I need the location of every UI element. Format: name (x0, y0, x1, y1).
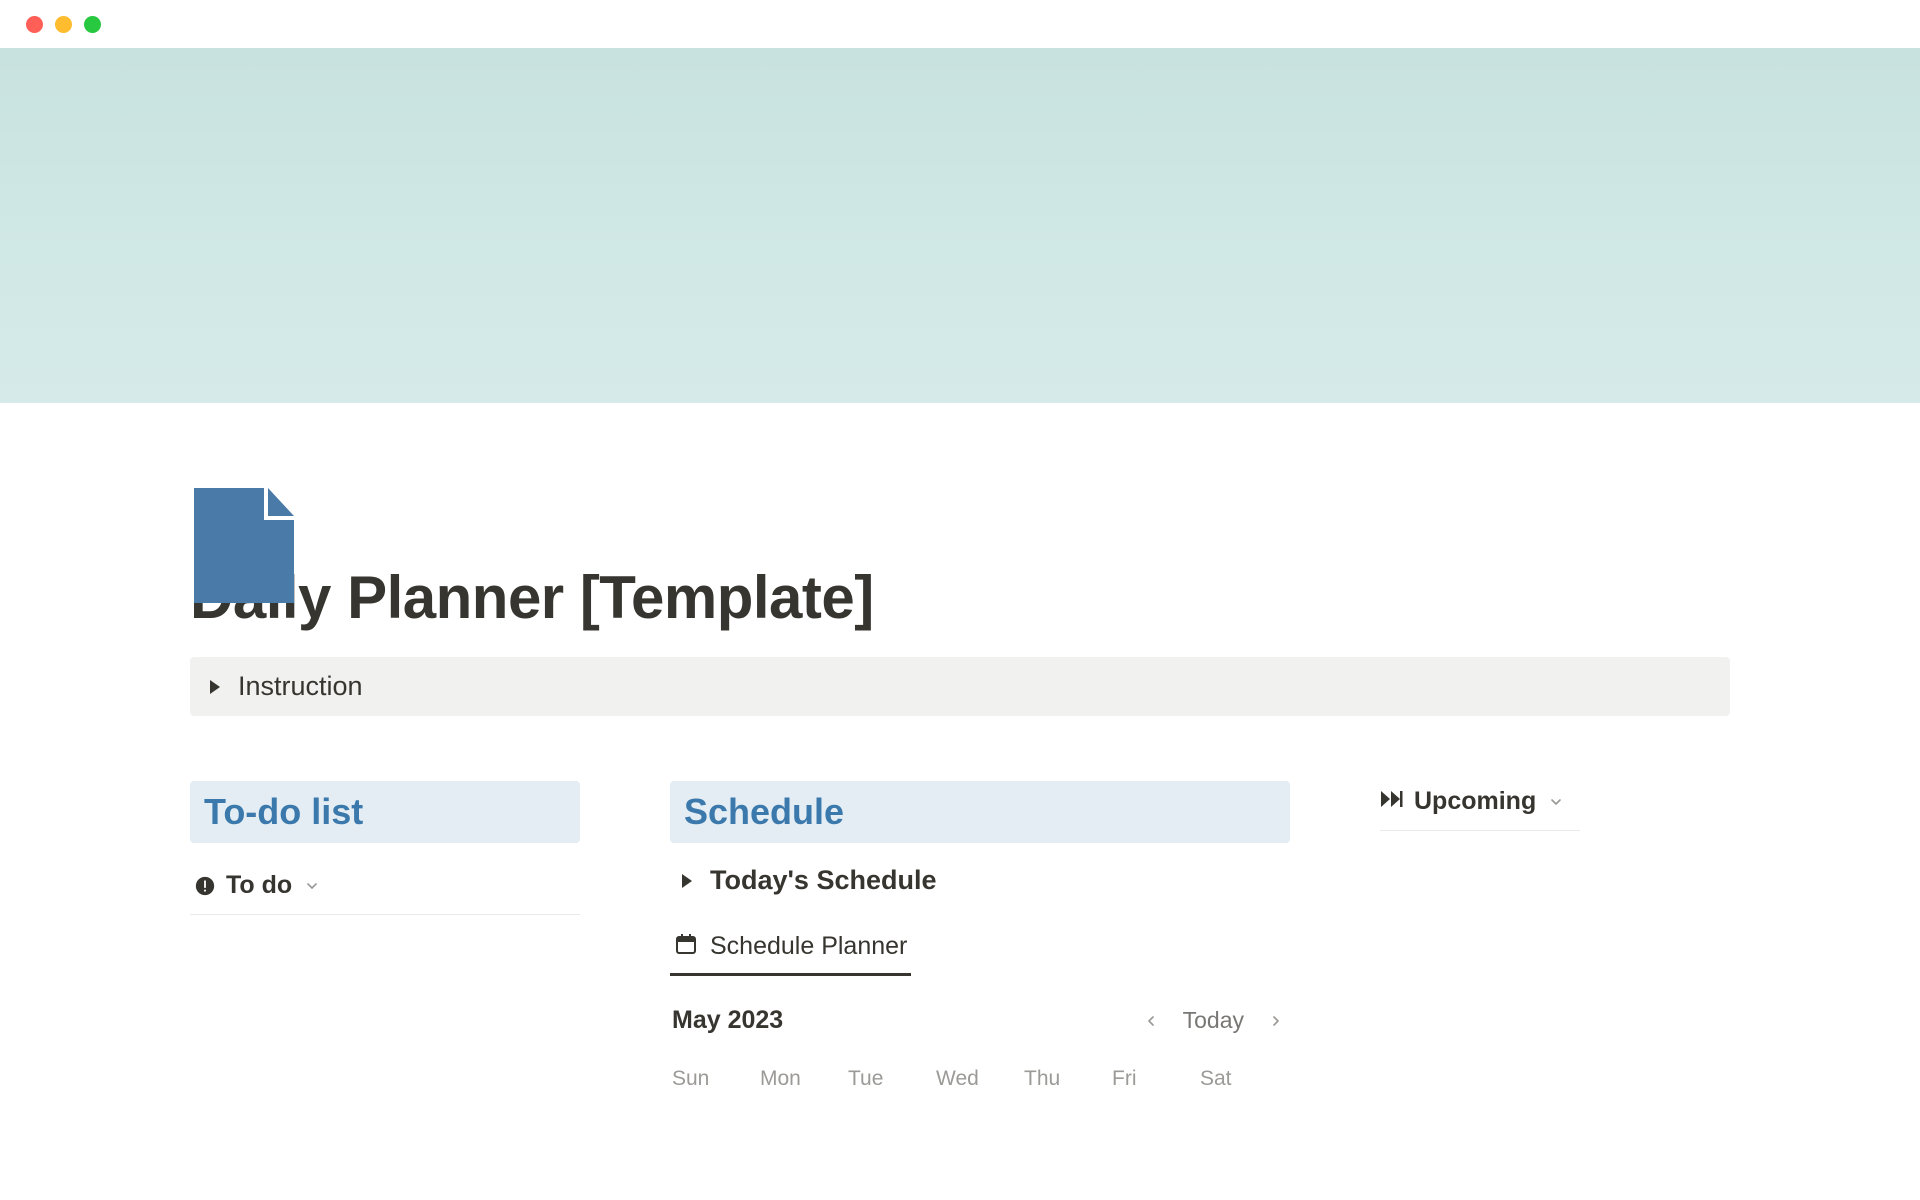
schedule-planner-tab[interactable]: Schedule Planner (670, 928, 911, 976)
todo-view-selector[interactable]: To do (190, 865, 580, 915)
todays-schedule-label: Today's Schedule (710, 865, 936, 896)
schedule-heading: Schedule (684, 791, 1276, 833)
calendar-next-button[interactable] (1264, 1009, 1288, 1033)
chevron-right-icon (1268, 1013, 1284, 1029)
window-titlebar (0, 0, 1920, 48)
weekday-wed: Wed (936, 1067, 1024, 1091)
weekday-thu: Thu (1024, 1067, 1112, 1091)
calendar-prev-button[interactable] (1139, 1009, 1163, 1033)
window-minimize-button[interactable] (55, 16, 72, 33)
window-zoom-button[interactable] (84, 16, 101, 33)
triangle-right-icon (682, 874, 692, 888)
document-icon (194, 488, 294, 603)
triangle-right-icon (210, 680, 220, 694)
todo-heading: To-do list (204, 791, 566, 833)
page-cover[interactable] (0, 48, 1920, 403)
page-icon[interactable] (194, 488, 294, 603)
chevron-left-icon (1143, 1013, 1159, 1029)
chevron-down-icon (304, 878, 320, 894)
schedule-heading-block: Schedule (670, 781, 1290, 843)
instruction-toggle[interactable]: Instruction (190, 657, 1730, 716)
instruction-label: Instruction (238, 671, 363, 702)
weekday-fri: Fri (1112, 1067, 1200, 1091)
weekday-tue: Tue (848, 1067, 936, 1091)
upcoming-label: Upcoming (1414, 787, 1536, 816)
weekday-mon: Mon (760, 1067, 848, 1091)
calendar-icon (674, 932, 698, 961)
upcoming-view-selector[interactable]: Upcoming (1380, 787, 1580, 831)
exclamation-circle-icon (194, 875, 216, 897)
chevron-down-icon (1548, 794, 1564, 810)
weekday-sun: Sun (672, 1067, 760, 1091)
fast-forward-icon (1380, 789, 1404, 814)
calendar-month-label: May 2023 (672, 1006, 1139, 1035)
calendar-today-button[interactable]: Today (1183, 1007, 1244, 1034)
calendar-weekday-header: Sun Mon Tue Wed Thu Fri Sat (670, 1067, 1290, 1091)
todo-view-label: To do (226, 871, 292, 900)
window-close-button[interactable] (26, 16, 43, 33)
todo-heading-block: To-do list (190, 781, 580, 843)
schedule-planner-label: Schedule Planner (710, 932, 907, 961)
weekday-sat: Sat (1200, 1067, 1288, 1091)
todays-schedule-toggle[interactable]: Today's Schedule (670, 865, 1290, 896)
page-title[interactable]: Daily Planner [Template] (190, 563, 1730, 632)
